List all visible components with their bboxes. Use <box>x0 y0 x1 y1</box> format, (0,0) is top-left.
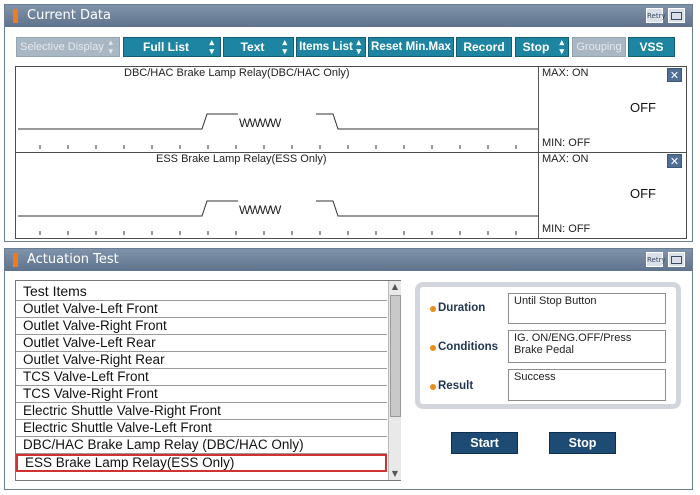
vss-button[interactable]: VSS <box>628 37 675 57</box>
list-item[interactable]: TCS Valve-Right Front <box>16 386 387 403</box>
result-value: Success <box>508 369 666 401</box>
actuation-titlebar: Actuation Test Retry <box>5 249 692 271</box>
retry-icon[interactable]: Retry <box>646 8 666 23</box>
signal-trace <box>18 200 238 217</box>
signal-trace <box>316 200 538 217</box>
graph-min-label: MIN: OFF <box>542 137 591 149</box>
items-list-select[interactable]: Items List ▴ ▾ <box>296 37 366 57</box>
list-item[interactable]: Outlet Valve-Left Front <box>16 301 387 318</box>
graph-max-label: MAX: ON <box>542 67 589 79</box>
stop-button[interactable]: Stop <box>549 432 616 454</box>
current-data-titlebar: Current Data Retry <box>5 5 692 27</box>
maximize-icon[interactable] <box>668 252 685 267</box>
result-label: Result <box>430 380 473 392</box>
updown-arrows-icon: ▴ ▾ <box>559 37 564 56</box>
signal-trace <box>18 113 238 130</box>
updown-arrows-icon: ▴ ▾ <box>209 37 214 56</box>
signal-trace <box>316 113 538 130</box>
list-scrollbar[interactable]: ▲ ▼ <box>388 281 401 480</box>
vss-label: VSS <box>639 40 664 54</box>
close-graph-button[interactable]: ✕ <box>667 68 682 82</box>
graph-divider <box>538 67 539 152</box>
graph-current-value: OFF <box>630 186 656 201</box>
retry-icon[interactable]: Retry <box>646 252 666 267</box>
maximize-icon[interactable] <box>668 8 685 23</box>
graph-max-label: MAX: ON <box>542 153 589 165</box>
bullet-icon <box>430 306 436 312</box>
graph-current-value: OFF <box>630 100 656 115</box>
list-item[interactable]: Outlet Valve-Right Rear <box>16 352 387 369</box>
scroll-up-icon[interactable]: ▲ <box>389 281 401 293</box>
axis-ticks <box>39 145 517 149</box>
selective-display-select: Selective Display ▴ ▾ <box>16 37 120 57</box>
items-list-label: Items List <box>299 41 353 53</box>
conditions-value: IG. ON/ENG.OFF/Press Brake Pedal <box>508 330 666 363</box>
full-list-select[interactable]: Full List ▴ ▾ <box>123 37 221 57</box>
selective-display-label: Selective Display <box>20 41 104 53</box>
test-items-list: Test Items Outlet Valve-Left Front Outle… <box>15 280 401 481</box>
graph-dbc-hac-brake-lamp-relay: DBC/HAC Brake Lamp Relay(DBC/HAC Only) W… <box>15 66 687 153</box>
updown-arrows-icon: ▴ ▾ <box>282 37 287 56</box>
list-item[interactable]: Outlet Valve-Left Rear <box>16 335 387 352</box>
bullet-icon <box>430 384 436 390</box>
current-data-title: Current Data <box>27 8 111 23</box>
reset-minmax-button[interactable]: Reset Min.Max <box>368 37 454 57</box>
stop-label: Stop <box>522 40 550 54</box>
full-list-label: Full List <box>143 40 189 54</box>
list-item[interactable]: Electric Shuttle Valve-Right Front <box>16 403 387 420</box>
list-item[interactable]: Outlet Valve-Right Front <box>16 318 387 335</box>
reset-minmax-label: Reset Min.Max <box>371 41 451 53</box>
duration-value: Until Stop Button <box>508 293 666 324</box>
axis-ticks <box>39 231 517 235</box>
record-button[interactable]: Record <box>456 37 512 57</box>
updown-arrows-icon: ▴ ▾ <box>356 37 361 56</box>
graph-plot <box>18 113 538 149</box>
updown-arrows-icon: ▴ ▾ <box>108 37 113 56</box>
grouping-label: Grouping <box>576 41 622 53</box>
signal-wave: WWWW <box>239 116 281 130</box>
list-item[interactable]: Electric Shuttle Valve-Left Front <box>16 420 387 437</box>
list-item[interactable]: DBC/HAC Brake Lamp Relay (DBC/HAC Only) <box>16 437 387 454</box>
test-detail-box: Duration Until Stop Button Conditions IG… <box>415 282 681 409</box>
list-header: Test Items <box>16 283 387 301</box>
bullet-icon <box>430 345 436 351</box>
title-accent-icon <box>13 9 18 23</box>
list-item-selected[interactable]: ESS Brake Lamp Relay(ESS Only) <box>16 454 387 472</box>
actuation-title: Actuation Test <box>27 252 119 267</box>
text-select[interactable]: Text ▴ ▾ <box>223 37 294 57</box>
scroll-thumb[interactable] <box>390 295 401 417</box>
grouping-button: Grouping <box>572 37 626 57</box>
scroll-down-icon[interactable]: ▼ <box>389 468 401 480</box>
graph-divider <box>538 153 539 238</box>
title-accent-icon <box>13 253 18 267</box>
close-graph-button[interactable]: ✕ <box>667 154 682 168</box>
duration-label: Duration <box>430 302 485 314</box>
text-label: Text <box>240 40 265 54</box>
start-button[interactable]: Start <box>451 432 518 454</box>
graph-min-label: MIN: OFF <box>542 223 591 235</box>
list-item[interactable]: TCS Valve-Left Front <box>16 369 387 386</box>
stop-select[interactable]: Stop ▴ ▾ <box>515 37 569 57</box>
graph-ess-brake-lamp-relay: ESS Brake Lamp Relay(ESS Only) WWWW MAX:… <box>15 152 687 239</box>
conditions-label: Conditions <box>430 341 498 353</box>
signal-wave: WWWW <box>239 203 281 217</box>
graph-plot <box>18 200 538 235</box>
record-label: Record <box>463 40 505 54</box>
